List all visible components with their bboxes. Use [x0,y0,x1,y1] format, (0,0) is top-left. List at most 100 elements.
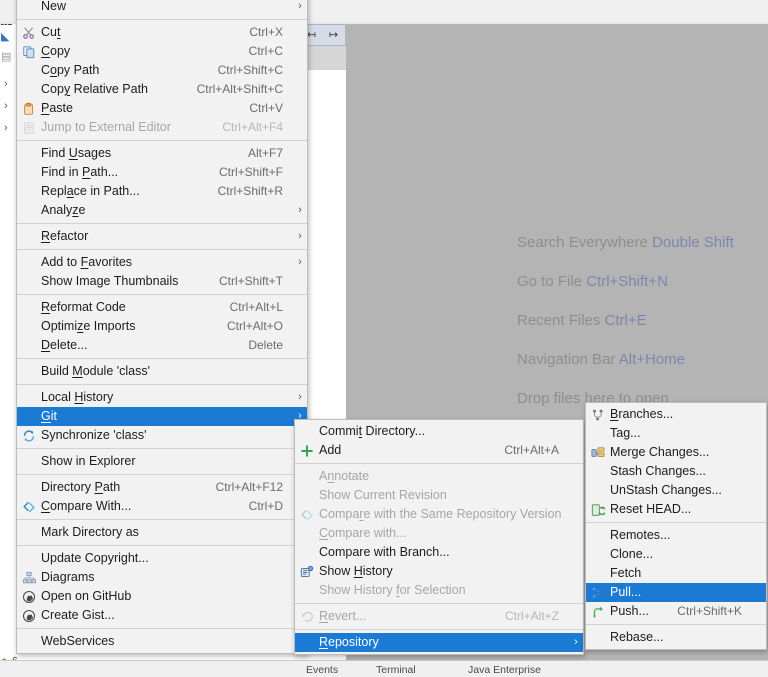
menu-item-paste[interactable]: Paste Ctrl+V [17,99,307,118]
menu-item-no-icon [17,61,41,80]
scissors-icon [17,23,41,42]
menu-item-refactor[interactable]: Refactor › [17,227,307,246]
menu-item-commit-directory[interactable]: Commit Directory... [295,422,583,441]
hint-label: Recent Files [517,312,601,329]
menu-item-analyze[interactable]: Analyze › [17,201,307,220]
menu-item-branches[interactable]: Branches... [586,405,766,424]
github-icon [17,606,41,625]
menu-item-compare-with-branch[interactable]: Compare with Branch... [295,543,583,562]
menu-item-no-icon [17,182,41,201]
menu-item-open-on-github[interactable]: Open on GitHub [17,587,307,606]
merge-icon [586,443,610,462]
menu-item-show-in-explorer[interactable]: Show in Explorer [17,452,307,471]
repository-submenu[interactable]: Branches... Tag... Merge Changes... Stash C… [585,402,767,650]
tree-expand-chevron-3[interactable]: › [4,122,8,134]
menu-item-build-module-class[interactable]: Build Module 'class' [17,362,307,381]
menu-item-label: Create Gist... [41,608,115,622]
menu-separator [17,628,307,629]
menu-item-label: Paste [41,101,73,115]
menu-item-find-usages[interactable]: Find Usages Alt+F7 [17,144,307,163]
menu-item-local-history[interactable]: Local History › [17,388,307,407]
menu-item-label: Open on GitHub [41,589,132,603]
status-item-events[interactable]: Events [306,664,338,676]
menu-item-copy-path[interactable]: Copy Path Ctrl+Shift+C [17,61,307,80]
status-item-java-enterprise[interactable]: Java Enterprise [468,664,541,676]
menu-item-rebase[interactable]: Rebase... [586,628,766,647]
menu-item-find-in-path[interactable]: Find in Path... Ctrl+Shift+F [17,163,307,182]
menu-item-show-history[interactable]: Show History [295,562,583,581]
menu-item-unstash-changes[interactable]: UnStash Changes... [586,481,766,500]
menu-item-label: Push... [610,604,649,618]
menu-item-accelerator: Ctrl+Alt+Shift+C [196,82,283,96]
menu-item-git[interactable]: Git › [17,407,307,426]
menu-item-accelerator: Ctrl+Alt+Z [504,609,559,623]
menu-separator [295,629,583,630]
menu-item-optimize-imports[interactable]: Optimize Imports Ctrl+Alt+O [17,317,307,336]
menu-item-accelerator: Alt+F7 [247,146,283,160]
menu-item-update-copyright[interactable]: Update Copyright... [17,549,307,568]
menu-item-label: Show in Explorer [41,454,136,468]
menu-item-new[interactable]: New › [17,0,307,16]
menu-item-tag[interactable]: Tag... [586,424,766,443]
hint-label: Search Everywhere [517,234,648,251]
hint-label: Go to File [517,273,583,290]
menu-item-push[interactable]: Push... Ctrl+Shift+K [586,602,766,621]
menu-item-label: Mark Directory as [41,525,139,539]
menu-item-reformat-code[interactable]: Reformat Code Ctrl+Alt+L [17,298,307,317]
project-context-menu[interactable]: New › Cut Ctrl+X Copy Ctrl+C Copy Path Ctrl+Shi… [16,0,308,654]
expand-all-icon[interactable]: ↦ [327,29,340,42]
menu-item-remotes[interactable]: Remotes... [586,526,766,545]
menu-item-webservices[interactable]: WebServices› [17,632,307,651]
status-item-terminal[interactable]: Terminal [376,664,416,676]
menu-item-diagrams[interactable]: Diagrams› [17,568,307,587]
menu-item-merge-changes[interactable]: Merge Changes... [586,443,766,462]
tree-expand-chevron-2[interactable]: › [4,100,8,112]
menu-item-stash-changes[interactable]: Stash Changes... [586,462,766,481]
project-tree-icon-2: ▤ [1,51,12,63]
menu-item-replace-in-path[interactable]: Replace in Path... Ctrl+Shift+R [17,182,307,201]
menu-item-cut[interactable]: Cut Ctrl+X [17,23,307,42]
menu-item-no-icon [17,0,41,16]
menu-item-no-icon [586,545,610,564]
menu-item-copy[interactable]: Copy Ctrl+C [17,42,307,61]
menu-item-accelerator: Ctrl+Alt+O [226,319,283,333]
menu-item-mark-directory-as[interactable]: Mark Directory as› [17,523,307,542]
menu-item-label: Compare with Branch... [319,545,450,559]
menu-item-add[interactable]: Add Ctrl+Alt+A [295,441,583,460]
menu-item-directory-path[interactable]: Directory Path Ctrl+Alt+F12 [17,478,307,497]
menu-item-pull[interactable]: Pull... [586,583,766,602]
menu-item-compare-with[interactable]: Compare With... Ctrl+D [17,497,307,516]
menu-item-no-icon [17,523,41,542]
menu-item-accelerator: Ctrl+Alt+A [504,443,559,457]
menu-item-no-icon [17,80,41,99]
menu-item-copy-relative-path[interactable]: Copy Relative Path Ctrl+Alt+Shift+C [17,80,307,99]
tree-expand-chevron-1[interactable]: › [4,78,8,90]
menu-item-label: Cut [41,25,61,39]
menu-item-delete[interactable]: Delete... Delete [17,336,307,355]
menu-item-show-image-thumbnails[interactable]: Show Image Thumbnails Ctrl+Shift+T [17,272,307,291]
menu-item-label: Find Usages [41,146,112,160]
menu-item-no-icon [295,486,319,505]
menu-item-no-icon [17,144,41,163]
menu-item-no-icon [295,581,319,600]
hint-shortcut: Double Shift [652,234,734,251]
menu-item-label: Merge Changes... [610,445,710,459]
menu-item-create-gist[interactable]: Create Gist... [17,606,307,625]
menu-item-label: Reformat Code [41,300,126,314]
menu-item-label: Delete... [41,338,88,352]
menu-separator [586,522,766,523]
menu-item-label: Annotate [319,469,370,483]
menu-item-repository[interactable]: Repository › [295,633,583,652]
menu-separator [586,624,766,625]
menu-item-label: Directory Path [41,480,121,494]
git-submenu[interactable]: Commit Directory... Add Ctrl+Alt+A Annotate… [294,419,584,655]
menu-item-label: Clone... [610,547,654,561]
menu-item-synchronize-class[interactable]: Synchronize 'class' [17,426,307,445]
menu-item-reset-head[interactable]: Reset HEAD... [586,500,766,519]
menu-item-add-to-favorites[interactable]: Add to Favorites › [17,253,307,272]
menu-separator [17,140,307,141]
menu-item-fetch[interactable]: Fetch [586,564,766,583]
menu-item-clone[interactable]: Clone... [586,545,766,564]
menu-item-accelerator: Ctrl+V [249,101,283,115]
menu-item-no-icon [17,227,41,246]
